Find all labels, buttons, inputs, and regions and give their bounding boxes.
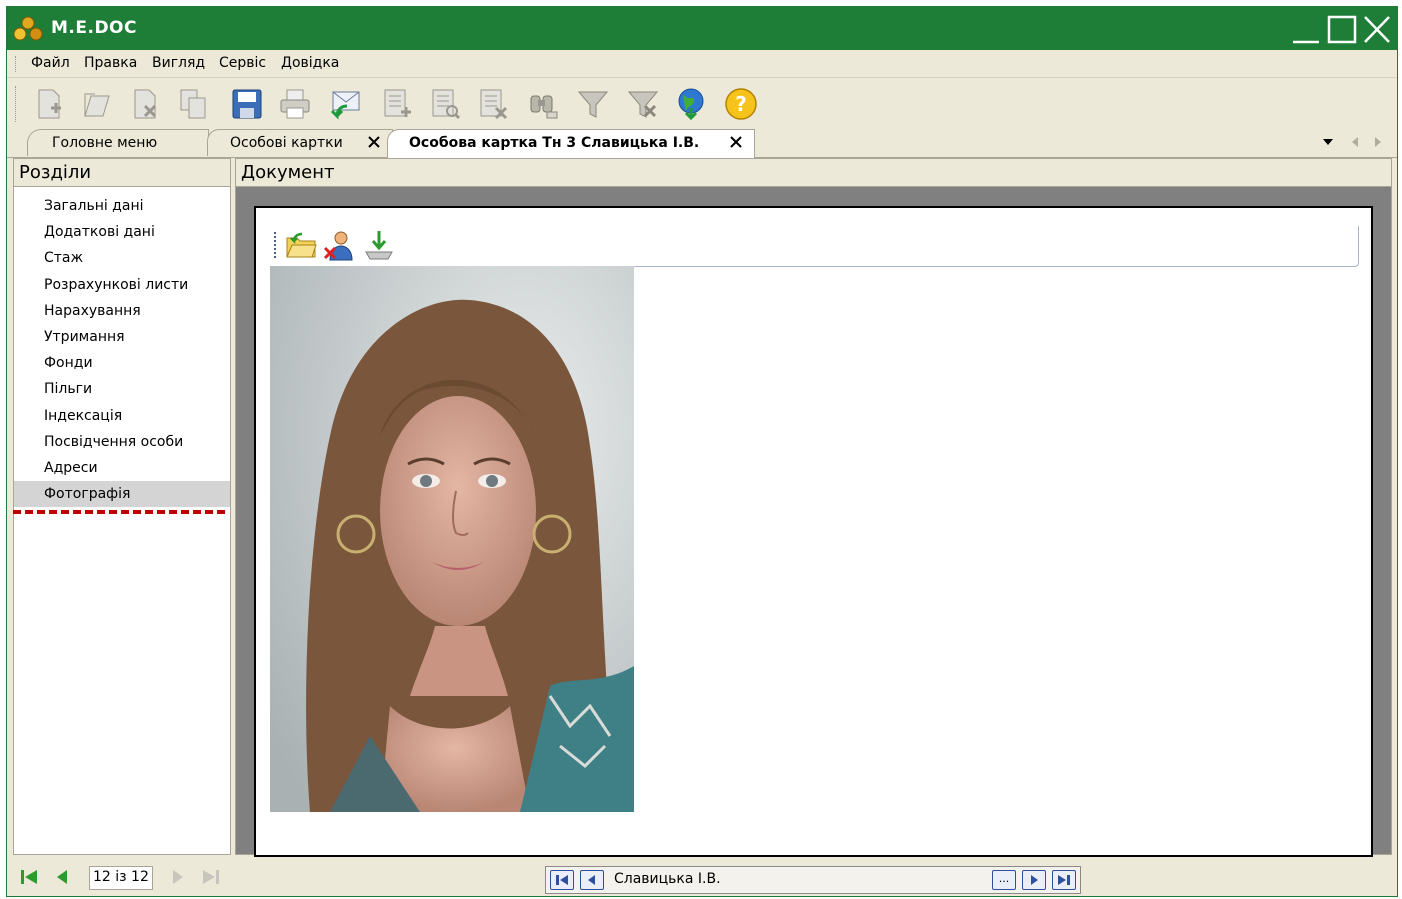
- section-navigator: 12 із 12: [13, 858, 231, 894]
- open-document-icon[interactable]: [79, 86, 115, 122]
- previous-icon: [588, 875, 595, 885]
- new-document-icon[interactable]: [31, 86, 67, 122]
- view-row-icon[interactable]: [427, 86, 463, 122]
- menu-bar: Файл Правка Вигляд Сервіс Довідка: [7, 50, 1397, 78]
- next-record-icon[interactable]: [165, 864, 189, 890]
- next-icon: [1031, 875, 1038, 885]
- section-deductions[interactable]: Утримання: [14, 324, 230, 350]
- section-benefits[interactable]: Пільги: [14, 376, 230, 402]
- svg-text:?: ?: [735, 92, 747, 116]
- section-addresses[interactable]: Адреси: [14, 455, 230, 481]
- title-bar[interactable]: M.E.DOC: [7, 7, 1397, 50]
- sections-panel: Розділи Загальні дані Додаткові дані Ста…: [13, 158, 231, 855]
- previous-record-icon[interactable]: [51, 864, 75, 890]
- find-icon[interactable]: [525, 86, 561, 122]
- next-employee-button[interactable]: [1022, 870, 1046, 890]
- section-pay-slips[interactable]: Розрахункові листи: [14, 272, 230, 298]
- tab-label: Особові картки: [230, 135, 343, 151]
- close-tab-icon[interactable]: [366, 134, 382, 150]
- clear-filter-icon[interactable]: [625, 86, 661, 122]
- window-title: M.E.DOC: [51, 18, 137, 38]
- section-funds[interactable]: Фонди: [14, 350, 230, 376]
- save-photo-icon[interactable]: [362, 228, 396, 262]
- document-title: Документ: [236, 159, 1391, 187]
- portrait-photo: [270, 266, 634, 812]
- document-area: [254, 206, 1373, 857]
- record-navigator: Славицька І.В. ...: [235, 858, 1392, 894]
- toolbar-grip[interactable]: [15, 86, 18, 122]
- last-record-icon[interactable]: [199, 864, 223, 890]
- section-general-data[interactable]: Загальні дані: [14, 193, 230, 219]
- tab-scroll-left-icon[interactable]: [1352, 137, 1358, 147]
- menu-grip[interactable]: [15, 56, 18, 72]
- first-icon: [556, 875, 568, 885]
- close-tab-icon[interactable]: [728, 134, 744, 150]
- section-indexation[interactable]: Індексація: [14, 403, 230, 429]
- previous-employee-button[interactable]: [580, 870, 604, 890]
- menu-help[interactable]: Довідка: [281, 55, 339, 71]
- close-icon[interactable]: [1360, 12, 1394, 46]
- sections-title: Розділи: [14, 159, 230, 187]
- copy-document-icon[interactable]: [175, 86, 211, 122]
- section-id-document[interactable]: Посвідчення особи: [14, 429, 230, 455]
- load-photo-icon[interactable]: [284, 228, 318, 262]
- minimize-icon[interactable]: [1289, 12, 1323, 46]
- receive-mail-icon[interactable]: [327, 86, 363, 122]
- delete-photo-icon[interactable]: [322, 228, 356, 262]
- section-additional-data[interactable]: Додаткові дані: [14, 219, 230, 245]
- section-accruals[interactable]: Нарахування: [14, 298, 230, 324]
- tab-main-menu[interactable]: Головне меню: [27, 129, 209, 156]
- document-panel: Документ: [235, 158, 1392, 857]
- employee-name: Славицька І.В.: [614, 871, 721, 887]
- tab-list-dropdown-icon[interactable]: [1323, 139, 1333, 145]
- help-icon[interactable]: ?: [723, 86, 759, 122]
- tab-label: Особова картка Тн 3 Славицька І.В.: [409, 135, 700, 151]
- main-toolbar: ?: [7, 78, 1397, 130]
- document-tabs: Головне меню Особові картки Особова карт…: [7, 129, 1397, 158]
- tab-personal-card-slavytska[interactable]: Особова картка Тн 3 Славицька І.В.: [387, 129, 755, 158]
- maximize-icon[interactable]: [1325, 12, 1359, 46]
- menu-file[interactable]: Файл: [31, 55, 70, 71]
- menu-view[interactable]: Вигляд: [152, 55, 205, 71]
- last-employee-button[interactable]: [1052, 870, 1076, 890]
- photo-toolbar: [270, 226, 1359, 267]
- section-photo[interactable]: Фотографія: [14, 481, 230, 508]
- delete-row-icon[interactable]: [475, 86, 511, 122]
- medoc-logo-icon: [13, 16, 43, 41]
- sections-list: Загальні дані Додаткові дані Стаж Розрах…: [14, 193, 230, 508]
- delete-document-icon[interactable]: [127, 86, 163, 122]
- first-employee-button[interactable]: [550, 870, 574, 890]
- section-work-experience[interactable]: Стаж: [14, 245, 230, 271]
- tab-scroll-right-icon[interactable]: [1375, 137, 1381, 147]
- app-window: M.E.DOC Файл Правка Вигляд Сервіс Довідк…: [6, 6, 1398, 897]
- internet-icon[interactable]: [673, 86, 709, 122]
- menu-service[interactable]: Сервіс: [219, 55, 266, 71]
- record-counter: 12 із 12: [89, 866, 153, 890]
- print-icon[interactable]: [277, 86, 313, 122]
- tab-label: Головне меню: [52, 135, 158, 151]
- photo-toolbar-grip[interactable]: [274, 232, 276, 258]
- add-row-icon[interactable]: [379, 86, 415, 122]
- record-nav-bar: Славицька І.В. ...: [545, 866, 1081, 894]
- first-record-icon[interactable]: [17, 864, 41, 890]
- selection-marker: [13, 510, 225, 514]
- menu-edit[interactable]: Правка: [84, 55, 137, 71]
- last-icon: [1058, 875, 1070, 885]
- save-icon[interactable]: [229, 86, 265, 122]
- choose-employee-button[interactable]: ...: [992, 870, 1016, 890]
- tab-personal-cards[interactable]: Особові картки: [207, 129, 393, 156]
- filter-icon[interactable]: [575, 86, 611, 122]
